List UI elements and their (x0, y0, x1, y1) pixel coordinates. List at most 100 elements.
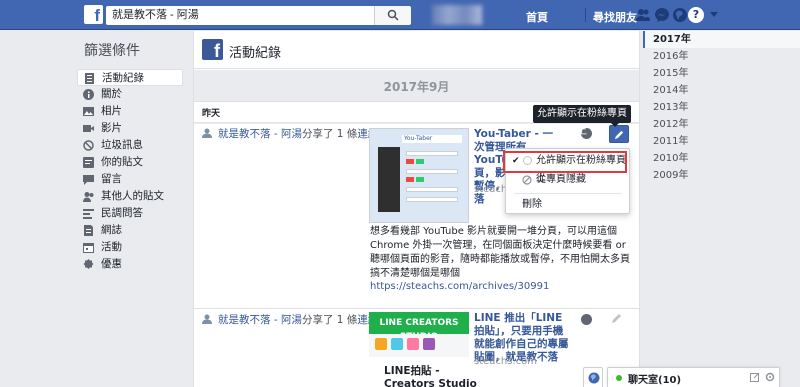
actor-link[interactable]: 就是教不落 - 阿湯 (218, 128, 302, 140)
dropdown-item-delete[interactable]: 刪除 (506, 196, 631, 214)
compose-icon[interactable] (750, 372, 760, 382)
filter-menu: 活動紀錄 關於 相片 影片 垃圾訊息 你的貼文 留言 其他人的貼文 民調問答 網… (77, 69, 183, 273)
dropdown-item-hide-from-page[interactable]: 從專頁隱藏 (506, 171, 631, 189)
year-item[interactable]: 2016年 (643, 48, 800, 65)
edit-visibility-button[interactable] (609, 125, 629, 143)
filter-item-polls[interactable]: 民調問答 (77, 205, 183, 222)
filter-item-label: 活動紀錄 (102, 72, 144, 84)
filter-item-activity-log[interactable]: 活動紀錄 (77, 69, 183, 86)
year-item[interactable]: 2017年 (643, 31, 800, 48)
gear-icon[interactable] (765, 372, 775, 382)
year-item[interactable]: 2011年 (643, 133, 800, 150)
filter-item-videos[interactable]: 影片 (77, 120, 183, 137)
tooltip: 允許顯示在粉絲專頁上 (533, 105, 631, 137)
top-navigation-bar: f 首頁 尋找朋友 ? (0, 0, 800, 30)
person-icon (202, 314, 212, 324)
offer-icon (83, 259, 94, 269)
search-icon (387, 9, 399, 21)
thumbnail-phone (378, 147, 400, 212)
filter-item-comments[interactable]: 留言 (77, 171, 183, 188)
entry-summary: 就是教不落 - 阿湯分享了 1 條連結。 (218, 312, 389, 327)
filter-item-offers[interactable]: 優惠 (77, 256, 183, 273)
hide-icon (522, 175, 532, 185)
filter-item-label: 關於 (101, 88, 122, 100)
thumbnail-strip (369, 334, 469, 357)
friend-requests-icon[interactable] (635, 7, 651, 23)
activity-log-icon (85, 73, 94, 84)
month-label: 2017年9月 (383, 80, 450, 94)
year-item[interactable]: 2013年 (643, 99, 800, 116)
filter-item-events[interactable]: 活動 (77, 239, 183, 256)
notifications-icon[interactable] (672, 7, 688, 23)
year-item[interactable]: 2014年 (643, 82, 800, 99)
filter-item-about[interactable]: 關於 (77, 86, 183, 103)
entry-action: 分享了 1 條 (301, 314, 358, 326)
filter-item-notes[interactable]: 網誌 (77, 222, 183, 239)
dropdown-item-label: 從專頁隱藏 (536, 174, 586, 185)
post-description: 想多看幾部 YouTube 影片就要開一堆分頁，可以用這個 Chrome 外掛一… (370, 226, 630, 279)
poll-icon (83, 209, 94, 219)
year-item[interactable]: 2009年 (643, 167, 800, 184)
posts-icon (83, 157, 94, 168)
entry-summary: 就是教不落 - 阿湯分享了 1 條連結。 (218, 126, 389, 141)
panel-header: f 活動紀錄 (194, 31, 639, 69)
thumbnail-red-tag (406, 177, 414, 182)
profile-shortcut-blurred[interactable] (432, 5, 482, 25)
filter-item-spam[interactable]: 垃圾訊息 (77, 137, 183, 154)
sticker-thumb (407, 338, 419, 350)
account-menu-caret-icon[interactable] (710, 12, 718, 17)
dropdown-item-label: 刪除 (522, 199, 542, 210)
thumbnail-row (406, 151, 458, 156)
entry-action: 分享了 1 條 (301, 128, 358, 140)
search-button[interactable] (374, 6, 411, 25)
nav-home-link[interactable]: 首頁 (526, 9, 548, 25)
chat-bar[interactable]: 聊天室(10) (607, 367, 780, 387)
pencil-icon[interactable] (610, 313, 622, 325)
thumbnail-row (406, 197, 458, 202)
comment-icon (83, 175, 94, 185)
thumbnail-green-tag (416, 177, 424, 182)
nav-find-friends-link[interactable]: 尋找朋友 (593, 9, 637, 25)
post-url-link[interactable]: https://steachs.com/archives/30991 (370, 281, 549, 292)
filter-item-photos[interactable]: 相片 (77, 103, 183, 120)
year-item[interactable]: 2015年 (643, 65, 800, 82)
help-icon[interactable]: ? (688, 7, 704, 23)
filter-item-label: 你的貼文 (101, 156, 143, 168)
messages-icon[interactable] (654, 7, 670, 23)
chat-globe-button[interactable] (583, 367, 603, 387)
filter-title: 篩選條件 (84, 43, 140, 59)
year-item[interactable]: 2010年 (643, 150, 800, 167)
year-item[interactable]: 2012年 (643, 116, 800, 133)
filter-item-label: 垃圾訊息 (101, 139, 143, 151)
sticker-thumb (423, 338, 435, 350)
link-caption-title[interactable]: LINE拍貼 - Creators Studio (384, 365, 484, 387)
info-icon (83, 89, 94, 100)
filter-item-label: 其他人的貼文 (101, 190, 164, 202)
actor-link[interactable]: 就是教不落 - 阿湯 (218, 314, 302, 326)
filter-item-your-posts[interactable]: 你的貼文 (77, 154, 183, 171)
globe-icon[interactable] (581, 314, 592, 325)
filter-item-label: 民調問答 (101, 207, 143, 219)
sticker-thumb (391, 338, 403, 350)
spam-icon (83, 140, 94, 151)
person-icon (202, 128, 212, 138)
globe-icon (588, 372, 600, 384)
filter-item-others-posts[interactable]: 其他人的貼文 (77, 188, 183, 205)
facebook-logo[interactable]: f (84, 5, 103, 24)
filter-item-label: 網誌 (101, 224, 122, 236)
others-posts-icon (83, 192, 94, 202)
link-thumbnail[interactable]: You-Taber (369, 128, 469, 223)
search-input[interactable] (106, 6, 374, 25)
thumbnail-green-tag (416, 159, 424, 164)
chat-label: 聊天室(10) (628, 375, 682, 386)
event-icon (83, 243, 94, 253)
thumbnail-header: You-Taber (402, 135, 462, 143)
day-label: 昨天 (202, 109, 221, 119)
link-thumbnail[interactable]: LINE CREATORS STUDIO (369, 312, 469, 357)
nav-divider (585, 8, 586, 22)
selected-option-highlight (503, 151, 627, 173)
sticker-thumb (375, 338, 387, 350)
online-status-dot (616, 375, 622, 381)
photo-icon (83, 107, 94, 116)
thumbnail-row (406, 169, 458, 174)
